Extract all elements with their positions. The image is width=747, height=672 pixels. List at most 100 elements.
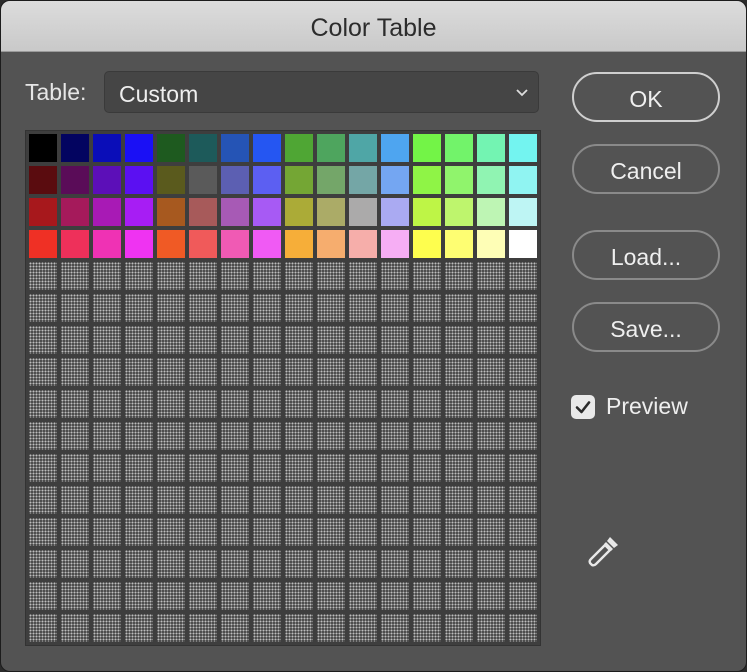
- empty-swatch[interactable]: [189, 294, 217, 322]
- empty-swatch[interactable]: [477, 390, 505, 418]
- empty-swatch[interactable]: [125, 614, 153, 642]
- color-swatch[interactable]: [253, 166, 281, 194]
- color-swatch[interactable]: [29, 230, 57, 258]
- color-swatch[interactable]: [93, 166, 121, 194]
- empty-swatch[interactable]: [477, 454, 505, 482]
- color-swatch[interactable]: [253, 134, 281, 162]
- color-swatch[interactable]: [157, 134, 185, 162]
- empty-swatch[interactable]: [509, 486, 537, 514]
- color-swatch[interactable]: [221, 134, 249, 162]
- empty-swatch[interactable]: [189, 422, 217, 450]
- empty-swatch[interactable]: [93, 422, 121, 450]
- color-swatch[interactable]: [381, 198, 409, 226]
- empty-swatch[interactable]: [157, 486, 185, 514]
- empty-swatch[interactable]: [445, 486, 473, 514]
- empty-swatch[interactable]: [157, 454, 185, 482]
- empty-swatch[interactable]: [157, 294, 185, 322]
- preview-checkbox[interactable]: [571, 395, 595, 419]
- color-swatch[interactable]: [221, 230, 249, 258]
- empty-swatch[interactable]: [157, 550, 185, 578]
- empty-swatch[interactable]: [349, 550, 377, 578]
- empty-swatch[interactable]: [349, 582, 377, 610]
- empty-swatch[interactable]: [61, 390, 89, 418]
- empty-swatch[interactable]: [477, 262, 505, 290]
- color-swatch[interactable]: [477, 230, 505, 258]
- empty-swatch[interactable]: [125, 358, 153, 386]
- empty-swatch[interactable]: [29, 326, 57, 354]
- empty-swatch[interactable]: [381, 582, 409, 610]
- color-swatch[interactable]: [29, 198, 57, 226]
- color-swatch[interactable]: [445, 230, 473, 258]
- empty-swatch[interactable]: [381, 614, 409, 642]
- empty-swatch[interactable]: [93, 614, 121, 642]
- empty-swatch[interactable]: [317, 390, 345, 418]
- empty-swatch[interactable]: [61, 550, 89, 578]
- empty-swatch[interactable]: [349, 326, 377, 354]
- empty-swatch[interactable]: [189, 454, 217, 482]
- empty-swatch[interactable]: [477, 518, 505, 546]
- empty-swatch[interactable]: [253, 486, 281, 514]
- color-swatch[interactable]: [285, 166, 313, 194]
- empty-swatch[interactable]: [381, 326, 409, 354]
- empty-swatch[interactable]: [445, 358, 473, 386]
- color-swatch[interactable]: [349, 166, 377, 194]
- empty-swatch[interactable]: [253, 390, 281, 418]
- empty-swatch[interactable]: [125, 422, 153, 450]
- empty-swatch[interactable]: [189, 550, 217, 578]
- color-swatch-grid[interactable]: [25, 130, 541, 646]
- empty-swatch[interactable]: [317, 422, 345, 450]
- empty-swatch[interactable]: [29, 294, 57, 322]
- empty-swatch[interactable]: [509, 326, 537, 354]
- empty-swatch[interactable]: [29, 518, 57, 546]
- empty-swatch[interactable]: [413, 614, 441, 642]
- empty-swatch[interactable]: [413, 582, 441, 610]
- empty-swatch[interactable]: [445, 294, 473, 322]
- empty-swatch[interactable]: [125, 262, 153, 290]
- empty-swatch[interactable]: [349, 390, 377, 418]
- empty-swatch[interactable]: [317, 358, 345, 386]
- empty-swatch[interactable]: [157, 422, 185, 450]
- empty-swatch[interactable]: [125, 486, 153, 514]
- empty-swatch[interactable]: [477, 422, 505, 450]
- empty-swatch[interactable]: [157, 614, 185, 642]
- color-swatch[interactable]: [413, 166, 441, 194]
- empty-swatch[interactable]: [189, 614, 217, 642]
- empty-swatch[interactable]: [93, 326, 121, 354]
- empty-swatch[interactable]: [477, 326, 505, 354]
- empty-swatch[interactable]: [221, 390, 249, 418]
- empty-swatch[interactable]: [477, 486, 505, 514]
- empty-swatch[interactable]: [221, 614, 249, 642]
- empty-swatch[interactable]: [381, 518, 409, 546]
- empty-swatch[interactable]: [253, 518, 281, 546]
- color-swatch[interactable]: [413, 134, 441, 162]
- empty-swatch[interactable]: [221, 582, 249, 610]
- empty-swatch[interactable]: [413, 486, 441, 514]
- empty-swatch[interactable]: [445, 454, 473, 482]
- empty-swatch[interactable]: [157, 390, 185, 418]
- empty-swatch[interactable]: [349, 358, 377, 386]
- color-swatch[interactable]: [157, 166, 185, 194]
- empty-swatch[interactable]: [317, 614, 345, 642]
- empty-swatch[interactable]: [253, 326, 281, 354]
- empty-swatch[interactable]: [253, 294, 281, 322]
- empty-swatch[interactable]: [317, 262, 345, 290]
- empty-swatch[interactable]: [61, 518, 89, 546]
- empty-swatch[interactable]: [61, 454, 89, 482]
- empty-swatch[interactable]: [285, 262, 313, 290]
- color-swatch[interactable]: [509, 230, 537, 258]
- empty-swatch[interactable]: [509, 518, 537, 546]
- empty-swatch[interactable]: [381, 358, 409, 386]
- color-swatch[interactable]: [445, 134, 473, 162]
- empty-swatch[interactable]: [29, 486, 57, 514]
- empty-swatch[interactable]: [509, 614, 537, 642]
- empty-swatch[interactable]: [413, 422, 441, 450]
- empty-swatch[interactable]: [349, 262, 377, 290]
- empty-swatch[interactable]: [61, 582, 89, 610]
- empty-swatch[interactable]: [189, 358, 217, 386]
- color-swatch[interactable]: [253, 198, 281, 226]
- empty-swatch[interactable]: [445, 550, 473, 578]
- color-swatch[interactable]: [413, 198, 441, 226]
- empty-swatch[interactable]: [61, 326, 89, 354]
- empty-swatch[interactable]: [317, 550, 345, 578]
- empty-swatch[interactable]: [221, 358, 249, 386]
